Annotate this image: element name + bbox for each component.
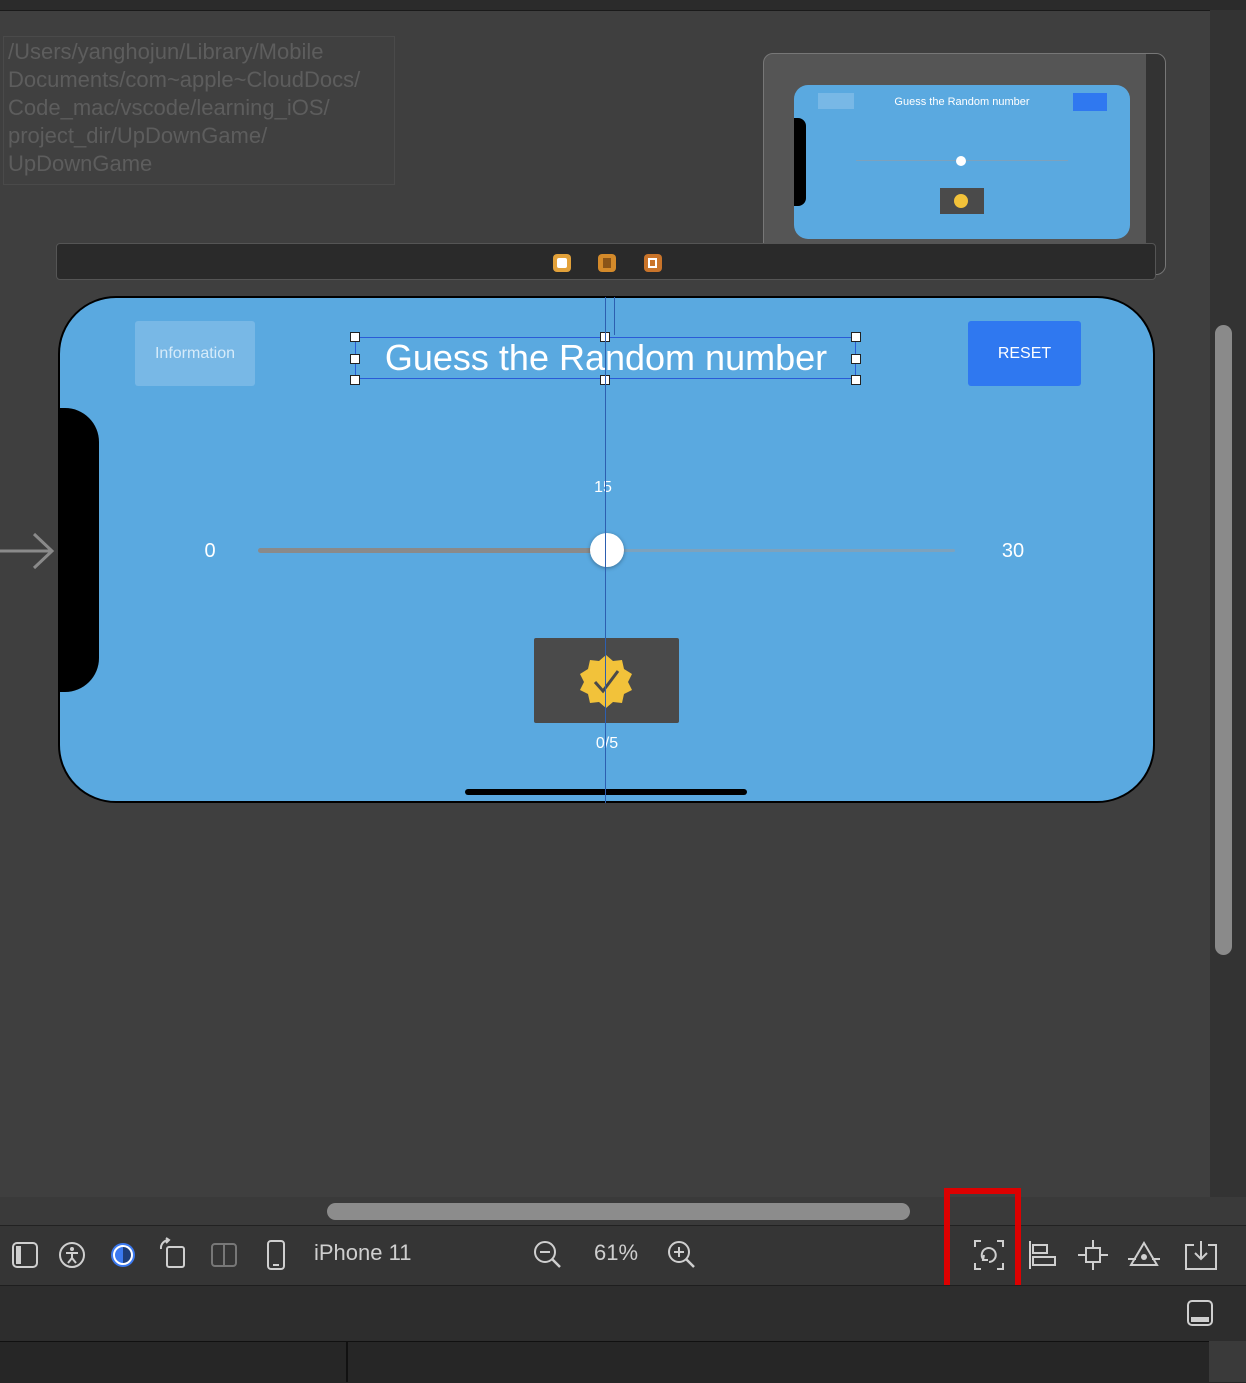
accessibility-icon[interactable] [58, 1241, 86, 1269]
resize-handle[interactable] [851, 332, 861, 342]
slider-max-label: 30 [1001, 540, 1025, 562]
zoom-in-icon[interactable] [667, 1240, 697, 1270]
alignment-guide-vertical [605, 297, 606, 803]
debug-bar [0, 1285, 1246, 1342]
split-icon[interactable] [210, 1241, 238, 1269]
reset-button[interactable]: RESET [968, 321, 1081, 386]
slider-value-label: 15 [594, 479, 612, 496]
device-notch [58, 408, 99, 692]
device-selector[interactable]: iPhone 11 [314, 1240, 411, 1266]
zoom-out-icon[interactable] [533, 1240, 563, 1270]
status-divider [346, 1341, 348, 1382]
minimap-seal-icon [954, 194, 968, 208]
file-path: /Users/yanghojun/Library/Mobile Document… [8, 39, 361, 176]
rotate-icon[interactable] [157, 1237, 189, 1271]
information-button[interactable]: Information [135, 321, 255, 386]
resolve-issues-icon[interactable] [1127, 1239, 1161, 1271]
appearance-icon[interactable] [109, 1241, 137, 1269]
sidebar-icon[interactable] [11, 1241, 39, 1269]
view-controller-icon[interactable] [553, 254, 571, 272]
entry-arrow-icon [0, 532, 55, 570]
resize-handle[interactable] [851, 375, 861, 385]
vertical-scrollbar[interactable] [1215, 325, 1232, 955]
zoom-level[interactable]: 61% [594, 1240, 638, 1266]
add-constraints-icon[interactable] [1077, 1239, 1109, 1271]
status-right-gutter [1209, 1341, 1246, 1382]
slider-track-filled [258, 548, 606, 553]
first-responder-icon[interactable] [598, 254, 616, 272]
resize-handle[interactable] [350, 375, 360, 385]
top-bar [0, 0, 1246, 11]
minimap-reset-button [1073, 93, 1107, 111]
device-icon[interactable] [265, 1239, 287, 1271]
horizontal-scrollbar[interactable] [327, 1203, 910, 1220]
home-indicator [465, 789, 747, 795]
exit-icon[interactable] [644, 254, 662, 272]
minimap-notch [794, 118, 806, 206]
align-icon[interactable] [1027, 1239, 1057, 1271]
minimap-slider-knob [956, 156, 966, 166]
minimap-screen: Guess the Random number [794, 85, 1130, 239]
status-area [0, 1341, 1246, 1383]
panel-toggle-icon[interactable] [1186, 1299, 1214, 1327]
checkmark-seal-icon [580, 655, 632, 708]
alignment-guide-top [614, 297, 615, 335]
hit-button[interactable] [534, 638, 679, 723]
attempt-count-label: 0/5 [595, 735, 619, 752]
slider-min-label: 0 [204, 540, 216, 562]
slider-track [606, 549, 955, 552]
resize-handle[interactable] [851, 354, 861, 364]
embed-in-icon[interactable] [1184, 1239, 1218, 1271]
resize-handle[interactable] [350, 354, 360, 364]
minimap-edge [1146, 54, 1165, 274]
resize-handle[interactable] [350, 332, 360, 342]
slider-thumb[interactable] [590, 533, 624, 567]
